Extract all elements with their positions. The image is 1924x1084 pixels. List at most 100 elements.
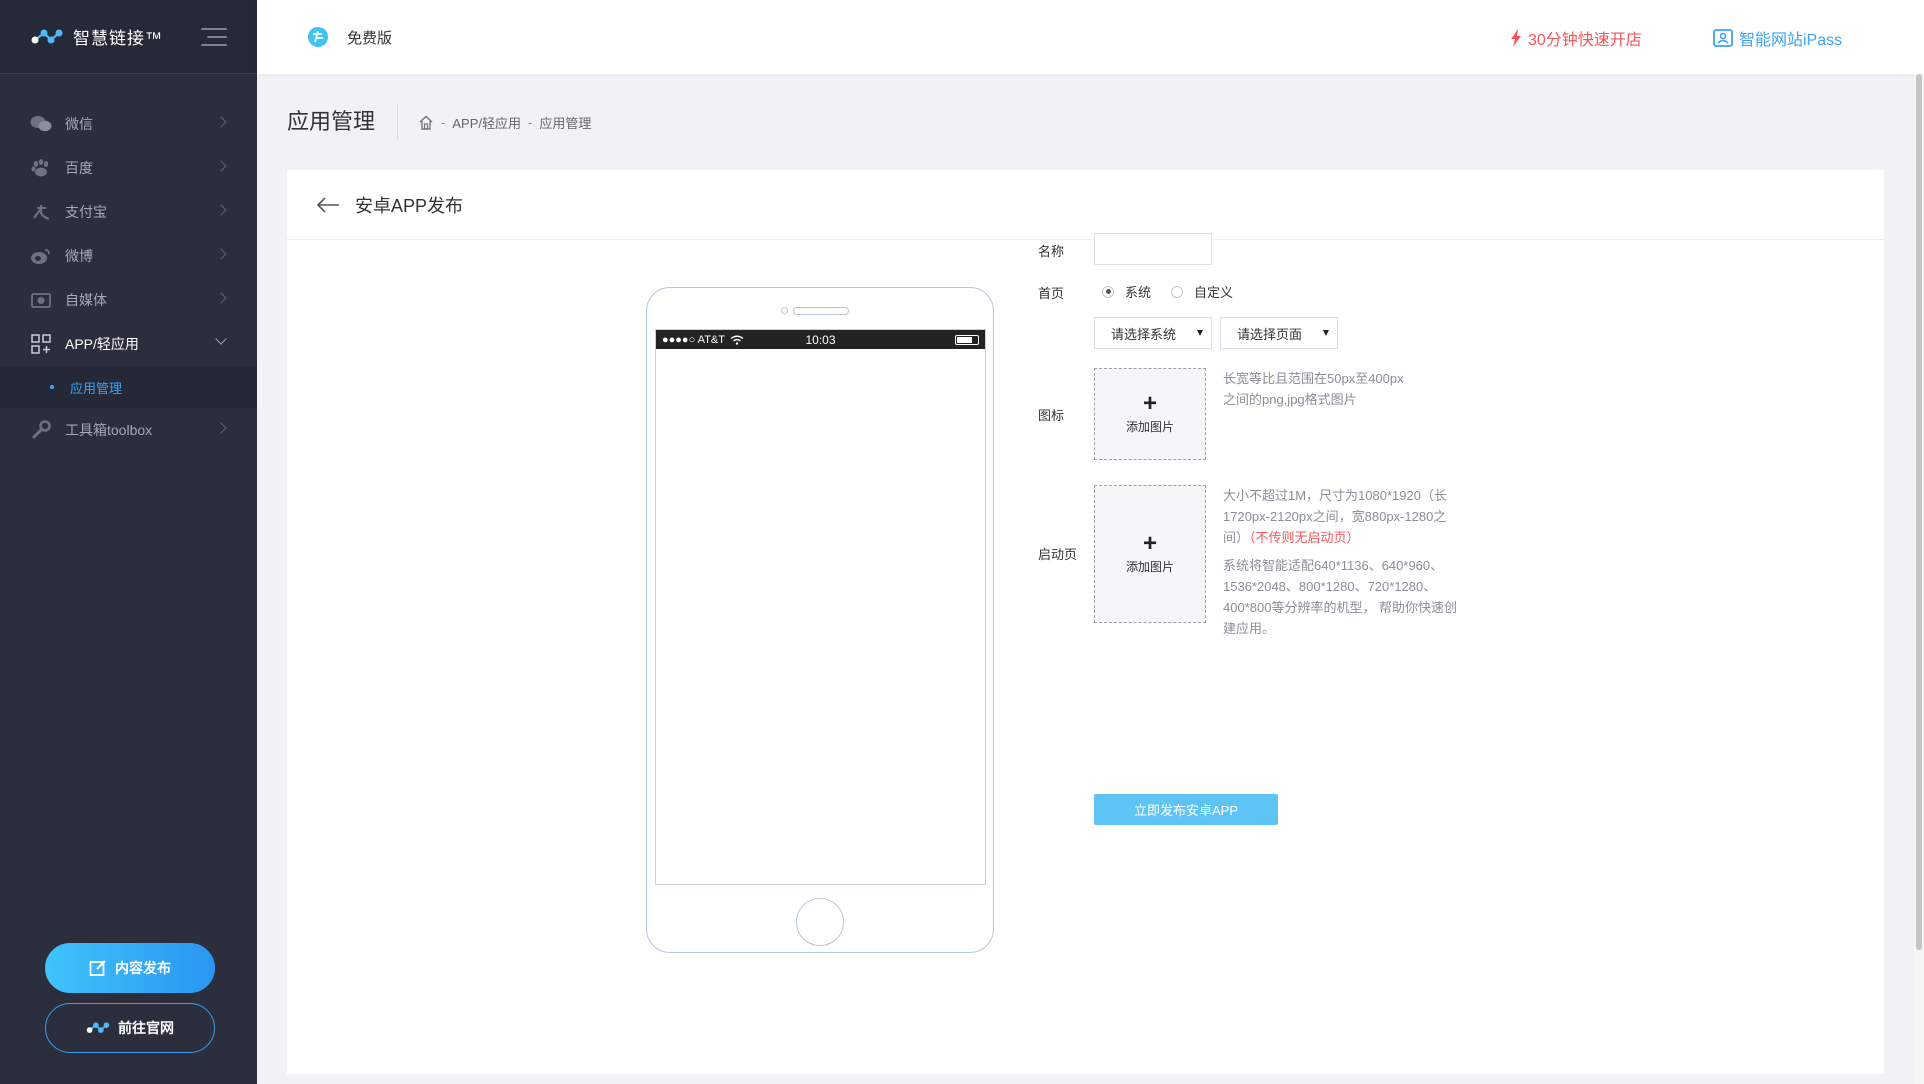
publish-android-app-button[interactable]: 立即发布安卓APP [1094,794,1278,825]
breadcrumb-item-current: 应用管理 [539,115,592,131]
radio-home-custom[interactable]: 自定义 [1171,282,1233,301]
content-publish-button[interactable]: 内容发布 [45,943,215,993]
chevron-right-icon [215,160,227,172]
top-bar: 免费版 30分钟快速开店 智能网站iPass [257,0,1924,74]
visit-site-button[interactable]: 前往官网 [45,1003,215,1053]
radio-home-system[interactable]: 系统 [1102,282,1151,301]
system-select-value: 请选择系统 [1111,326,1177,342]
card-title: 安卓APP发布 [355,195,464,216]
sidebar-item-wechat[interactable]: 微信 [0,102,257,146]
page-title: 应用管理 [287,104,399,140]
system-select[interactable]: 请选择系统 [1094,317,1212,349]
home-icon[interactable] [418,115,434,130]
home-label: 首页 [1038,286,1065,301]
back-arrow-icon[interactable] [315,195,341,215]
bullet-dot [50,385,54,389]
radio-home-system-label: 系统 [1125,285,1152,300]
caret-down-icon [1197,330,1203,336]
sidebar-item-label: 自媒体 [65,292,107,308]
chevron-right-icon [215,292,227,304]
sidebar-item-label: 工具箱toolbox [65,422,153,438]
radio-circle [1171,285,1183,298]
icon-upload[interactable]: + 添加图片 [1094,368,1206,460]
ipass-label: 智能网站iPass [1739,32,1843,49]
edit-icon [89,960,106,976]
hint-line: 建应用。 [1223,621,1276,636]
wrench-icon [30,419,52,441]
splash-warning: （不传则无启动页） [1249,530,1360,545]
page-header: 应用管理 - APP/轻应用 - 应用管理 [287,102,591,142]
quick-open-store-link[interactable]: 30分钟快速开店 [1510,26,1642,50]
scrollbar-thumb[interactable] [1916,74,1922,950]
chevron-right-icon [215,116,227,128]
plus-icon: + [1142,389,1157,417]
brand-name: 智慧链接™ [73,29,163,48]
sidebar-item-media[interactable]: 自媒体 [0,278,257,322]
sidebar-subitem-app-manage[interactable]: 应用管理 [0,366,257,408]
sidebar-nav: 微信 百度 支付宝 微博 自媒体 APP/轻应用 应用管理 工具箱toolbox [0,102,257,452]
menu-toggle-icon[interactable] [201,27,227,46]
hint-line: 400*800等分辨率的机型， 帮助你快速创 [1223,600,1458,615]
alipay-icon [30,201,52,223]
radio-home-custom-label: 自定义 [1194,285,1234,300]
page-select[interactable]: 请选择页面 [1220,317,1338,349]
sidebar-subitem-label: 应用管理 [70,380,123,396]
hint-line: 1536*2048、800*1280、720*1280、 [1223,579,1437,594]
breadcrumb: - APP/轻应用 - 应用管理 [418,113,591,132]
sidebar: 智慧链接™ 微信 百度 支付宝 微博 自媒体 APP/轻应用 应用管理 工具箱t… [0,0,257,1084]
ipass-link[interactable]: 智能网站iPass [1713,26,1842,50]
chevron-right-icon [215,248,227,260]
lightning-icon [1511,29,1521,47]
sidebar-item-app[interactable]: APP/轻应用 [0,322,257,366]
hint-line: 长宽等比且范围在50px至400px [1223,371,1404,386]
page-select-value: 请选择页面 [1237,326,1303,342]
icon-label: 图标 [1038,408,1065,423]
radio-circle-checked [1102,285,1114,298]
splash-upload[interactable]: + 添加图片 [1094,485,1206,623]
sidebar-item-weibo[interactable]: 微博 [0,234,257,278]
hint-line: 1720px-2120px之间，宽880px-1280之 [1223,509,1447,524]
chevron-right-icon [215,204,227,216]
plus-icon: + [1142,529,1157,557]
content-publish-label: 内容发布 [115,960,171,976]
sidebar-item-label: 微信 [65,116,93,132]
phone-speaker [793,307,849,315]
sidebar-item-label: APP/轻应用 [65,336,139,352]
vertical-scrollbar[interactable] [1914,74,1924,1084]
phone-home-button [796,898,844,946]
wechat-icon [30,113,52,135]
phone-preview: ●●●●○ AT&T 10:03 [646,287,994,953]
sidebar-item-label: 支付宝 [65,204,107,220]
sidebar-item-label: 微博 [65,248,93,264]
sidebar-item-baidu[interactable]: 百度 [0,146,257,190]
clock-label: 10:03 [805,332,836,347]
hint-line: 之间的png,jpg格式图片 [1223,392,1357,407]
breadcrumb-separator: - [441,114,446,130]
visit-site-label: 前往官网 [118,1020,174,1036]
chevron-down-icon [215,333,227,345]
hint-line: 间）（不传则无启动页） [1223,527,1493,548]
breadcrumb-item-app[interactable]: APP/轻应用 [452,113,521,132]
camera-icon [30,289,52,311]
brand-logo-icon [31,29,63,43]
caret-down-icon [1323,330,1329,336]
paw-icon [30,157,52,179]
splash-label: 启动页 [1038,547,1078,562]
breadcrumb-separator: - [527,114,533,130]
splash-hint: 大小不超过1M，尺寸为1080*1920（长 1720px-2120px之间，宽… [1223,485,1493,639]
brand-bar: 智慧链接™ [0,0,257,74]
phone-camera [781,307,788,314]
quick-open-store-label: 30分钟快速开店 [1528,32,1642,49]
sidebar-item-toolbox[interactable]: 工具箱toolbox [0,408,257,452]
battery-icon [955,334,979,345]
hint-text: 间） [1223,530,1250,545]
hint-line: 大小不超过1M，尺寸为1080*1920（长 [1223,488,1447,503]
name-input[interactable] [1094,233,1212,265]
sidebar-item-label: 百度 [65,160,93,176]
card-header: 安卓APP发布 [287,170,1884,240]
sidebar-item-alipay[interactable]: 支付宝 [0,190,257,234]
apps-grid-icon [30,333,52,355]
phone-status-bar: ●●●●○ AT&T 10:03 [656,330,985,349]
upload-label: 添加图片 [1125,419,1174,434]
phone-screen: ●●●●○ AT&T 10:03 [655,329,986,885]
